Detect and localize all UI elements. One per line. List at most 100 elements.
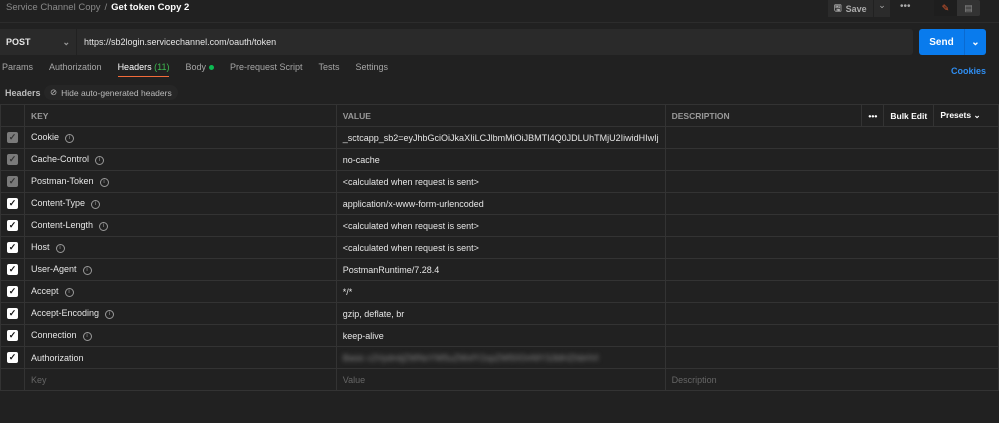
row-checkbox[interactable]: ✓ (7, 220, 18, 231)
key-cell[interactable]: Postman-Token i (24, 170, 337, 193)
table-row: ✓ User-Agent i PostmanRuntime/7.28.4 (0, 258, 999, 281)
value-cell[interactable]: no-cache (335, 148, 666, 171)
description-cell[interactable] (664, 148, 999, 171)
save-button[interactable]: 🖫 Save (828, 0, 873, 17)
key-cell[interactable]: Accept i (24, 280, 337, 303)
header-key: Accept (31, 286, 59, 297)
cookies-link[interactable]: Cookies (951, 66, 986, 76)
tab-authorization[interactable]: Authorization (49, 62, 102, 77)
hide-auto-label: Hide auto-generated headers (61, 87, 172, 98)
edit-pencil-icon[interactable]: ✎ (934, 0, 957, 16)
row-checkbox[interactable]: ✓ (7, 352, 18, 363)
description-cell[interactable] (664, 346, 999, 369)
value-cell[interactable]: Basic c2VydmljZWNoYW5uZWxfY2xpZW50OnNlY3… (335, 346, 666, 369)
column-options-icon[interactable]: ••• (861, 104, 885, 127)
header-key: Postman-Token (31, 176, 94, 187)
key-cell[interactable]: Host i (24, 236, 337, 259)
tab-pre-request-script[interactable]: Pre-request Script (230, 62, 303, 77)
value-cell[interactable]: keep-alive (335, 324, 666, 347)
method-select[interactable]: POST ⌄ (0, 29, 76, 55)
send-dropdown-chevron-icon[interactable]: ⌄ (965, 29, 986, 55)
value-cell[interactable]: application/x-www-form-urlencoded (335, 192, 666, 215)
key-cell[interactable]: Accept-Encoding i (24, 302, 337, 325)
info-icon[interactable]: i (99, 177, 109, 187)
description-cell[interactable] (664, 192, 999, 215)
new-header-row: Key Value Description (0, 368, 999, 391)
header-value: _sctcapp_sb2=eyJhbGciOiJkaXIiLCJlbmMiOiJ… (342, 132, 659, 143)
header-value: PostmanRuntime/7.28.4 (342, 264, 440, 275)
info-icon[interactable]: i (105, 309, 115, 319)
description-cell[interactable] (664, 258, 999, 281)
tab-body-label: Body (185, 62, 206, 72)
more-options-icon[interactable]: ••• (900, 1, 911, 12)
description-cell[interactable] (664, 324, 999, 347)
key-cell[interactable]: Content-Length i (24, 214, 337, 237)
table-row: ✓ Cookie i _sctcapp_sb2=eyJhbGciOiJkaXIiL… (0, 126, 999, 149)
description-cell[interactable] (664, 170, 999, 193)
new-value-input[interactable]: Value (335, 368, 666, 391)
header-key: Content-Type (31, 198, 86, 209)
description-cell[interactable] (664, 236, 999, 259)
tab-tests[interactable]: Tests (319, 62, 340, 77)
description-cell[interactable] (664, 302, 999, 325)
info-icon[interactable]: i (82, 265, 92, 275)
value-cell[interactable]: <calculated when request is sent> (335, 214, 666, 237)
row-checkbox[interactable]: ✓ (7, 330, 18, 341)
new-key-input[interactable]: Key (24, 368, 337, 391)
info-icon[interactable]: i (55, 243, 65, 253)
row-checkbox[interactable]: ✓ (7, 308, 18, 319)
value-cell[interactable]: PostmanRuntime/7.28.4 (335, 258, 666, 281)
info-icon[interactable]: i (99, 221, 109, 231)
row-checkbox[interactable]: ✓ (7, 242, 18, 253)
tab-headers[interactable]: Headers (11) (117, 62, 170, 77)
row-checkbox[interactable]: ✓ (7, 176, 18, 187)
key-cell[interactable]: Content-Type i (24, 192, 337, 215)
url-input[interactable]: https://sb2login.servicechannel.com/oaut… (77, 29, 913, 55)
comments-icon[interactable]: ▤ (957, 0, 980, 16)
key-cell[interactable]: User-Agent i (24, 258, 337, 281)
request-title[interactable]: Get token Copy 2 (111, 2, 189, 13)
header-key: Cache-Control (31, 154, 90, 165)
row-checkbox[interactable]: ✓ (7, 286, 18, 297)
breadcrumb-parent[interactable]: Service Channel Copy (6, 2, 101, 13)
info-icon[interactable]: i (91, 199, 101, 209)
value-cell[interactable]: <calculated when request is sent> (335, 236, 666, 259)
key-cell[interactable]: Cache-Control i (24, 148, 337, 171)
row-checkbox[interactable]: ✓ (7, 264, 18, 275)
headers-count: (11) (154, 62, 170, 72)
hide-auto-generated-button[interactable]: ⊘ Hide auto-generated headers (44, 85, 178, 100)
row-checkbox[interactable]: ✓ (7, 198, 18, 209)
presets-dropdown[interactable]: Presets ⌄ (933, 104, 999, 127)
table-row: ✓ Connection i keep-alive (0, 324, 999, 347)
row-checkbox[interactable]: ✓ (7, 132, 18, 143)
header-key: Accept-Encoding (31, 308, 100, 319)
new-description-input[interactable]: Description (664, 368, 999, 391)
value-column-header: VALUE (335, 104, 666, 127)
eye-off-icon: ⊘ (50, 87, 58, 97)
info-icon[interactable]: i (64, 287, 74, 297)
tab-settings[interactable]: Settings (356, 62, 389, 77)
select-column (0, 104, 25, 127)
description-cell[interactable] (664, 214, 999, 237)
save-dropdown-chevron-icon[interactable]: ⌄ (874, 0, 890, 17)
info-icon[interactable]: i (95, 155, 105, 165)
tab-params[interactable]: Params (2, 62, 33, 77)
description-cell[interactable] (664, 126, 999, 149)
value-cell[interactable]: */* (335, 280, 666, 303)
key-cell[interactable]: Connection i (24, 324, 337, 347)
value-cell[interactable]: <calculated when request is sent> (335, 170, 666, 193)
info-icon[interactable]: i (65, 133, 75, 143)
value-cell[interactable]: gzip, deflate, br (335, 302, 666, 325)
info-icon[interactable]: i (82, 331, 92, 341)
tab-body[interactable]: Body (185, 62, 214, 77)
key-cell[interactable]: Authorization (24, 346, 337, 369)
table-row: ✓ Content-Length i <calculated when reque… (0, 214, 999, 237)
description-cell[interactable] (664, 280, 999, 303)
value-cell[interactable]: _sctcapp_sb2=eyJhbGciOiJkaXIiLCJlbmMiOiJ… (335, 126, 666, 149)
send-button[interactable]: Send (919, 29, 965, 55)
row-checkbox[interactable]: ✓ (7, 154, 18, 165)
breadcrumb: Service Channel Copy / Get token Copy 2 (6, 2, 189, 13)
save-icon: 🖫 (834, 2, 842, 13)
bulk-edit-button[interactable]: Bulk Edit (883, 104, 935, 127)
key-cell[interactable]: Cookie i (24, 126, 337, 149)
